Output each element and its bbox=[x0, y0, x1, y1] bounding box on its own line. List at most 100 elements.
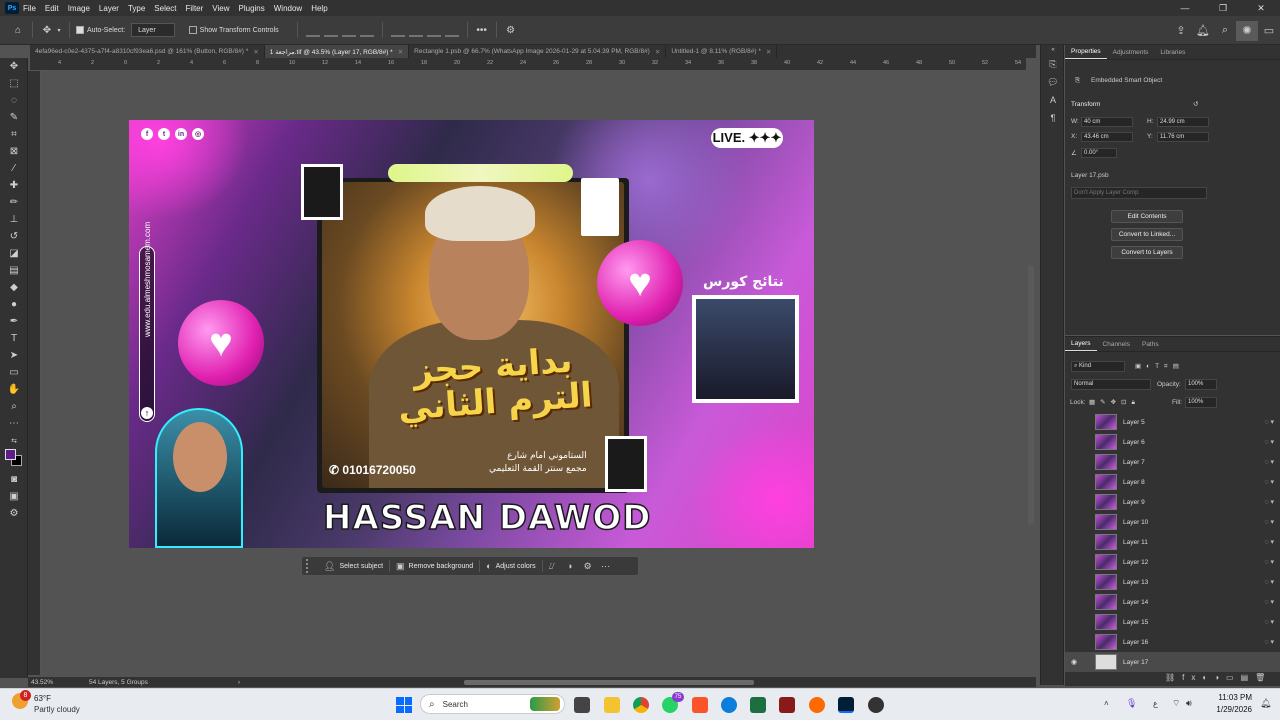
visibility-icon[interactable]: ◉ bbox=[1071, 578, 1083, 586]
tab-document-3[interactable]: Rectangle 1.psb @ 66.7% (WhatsApp Image … bbox=[409, 45, 667, 58]
swap-colors-icon[interactable]: ⇆ bbox=[0, 432, 28, 449]
layer-row-6[interactable]: ◉ Layer 6 ◌ ▾ bbox=[1065, 432, 1280, 452]
close-icon[interactable]: ✕ bbox=[1242, 0, 1280, 16]
character-icon[interactable]: A bbox=[1041, 91, 1065, 109]
menu-edit[interactable]: Edit bbox=[45, 4, 59, 13]
menu-filter[interactable]: Filter bbox=[186, 4, 204, 13]
eyedropper-tool-icon[interactable]: ⁄ bbox=[0, 160, 28, 177]
menu-file[interactable]: File bbox=[23, 4, 36, 13]
layer-options-icon[interactable]: ◌ ▾ bbox=[1264, 458, 1274, 466]
frame-tool-icon[interactable]: ⊠ bbox=[0, 143, 28, 160]
tab-properties[interactable]: Properties bbox=[1065, 48, 1107, 59]
visibility-icon[interactable]: ◉ bbox=[1071, 418, 1083, 426]
layer-row-10[interactable]: ◉ Layer 10 ◌ ▾ bbox=[1065, 512, 1280, 532]
auto-select-checkbox[interactable] bbox=[76, 26, 84, 34]
layer-options-icon[interactable]: ◌ ▾ bbox=[1264, 638, 1274, 646]
distribute-icon[interactable] bbox=[359, 23, 374, 37]
layer-options-icon[interactable]: ◌ ▾ bbox=[1264, 478, 1274, 486]
angle-input[interactable]: 0.00° bbox=[1081, 148, 1117, 158]
tab-layers[interactable]: Layers bbox=[1065, 340, 1097, 351]
healing-tool-icon[interactable]: ✚ bbox=[0, 177, 28, 194]
visibility-icon[interactable]: ◉ bbox=[1071, 658, 1083, 666]
visibility-icon[interactable]: ◉ bbox=[1071, 638, 1083, 646]
eraser-tool-icon[interactable]: ◪ bbox=[0, 245, 28, 262]
layer-row-14[interactable]: ◉ Layer 14 ◌ ▾ bbox=[1065, 592, 1280, 612]
select-subject-button[interactable]: 👤︎ Select subject bbox=[318, 558, 389, 574]
more-tools-icon[interactable]: ⋯ bbox=[0, 415, 28, 432]
language-icon[interactable]: ع bbox=[1153, 699, 1158, 708]
menu-view[interactable]: View bbox=[212, 4, 229, 13]
edit-toolbar-icon[interactable]: ⚙ bbox=[0, 505, 28, 522]
restore-icon[interactable]: ❐ bbox=[1204, 0, 1242, 16]
dodge-tool-icon[interactable]: ● bbox=[0, 296, 28, 313]
photoshop-taskbar-icon[interactable] bbox=[838, 697, 854, 713]
visibility-icon[interactable]: ◉ bbox=[1071, 478, 1083, 486]
layer-options-icon[interactable]: ◌ ▾ bbox=[1264, 598, 1274, 606]
search-icon[interactable]: ⌕ bbox=[1214, 21, 1236, 41]
weather-temp[interactable]: 63°F bbox=[34, 694, 51, 703]
x-input[interactable]: 43.46 cm bbox=[1081, 132, 1133, 142]
comments-icon[interactable]: 💬︎ bbox=[1041, 73, 1065, 91]
width-input[interactable]: 40 cm bbox=[1081, 117, 1133, 127]
zoom-level[interactable]: 43.52% bbox=[31, 679, 81, 686]
marquee-tool-icon[interactable]: ⬚ bbox=[0, 75, 28, 92]
distribute-vertical-icon[interactable] bbox=[444, 23, 459, 37]
tab-document-4[interactable]: Untitled-1 @ 8.11% (RGB/8#) * ✕ bbox=[666, 45, 778, 58]
workspace-icon[interactable]: ▭ bbox=[1258, 21, 1280, 41]
microphone-icon[interactable]: 🎙︎ bbox=[1126, 698, 1137, 709]
document-canvas[interactable]: f t in ◎ www.edu.almeshmosamem.com ↑ ♥ ب… bbox=[129, 120, 814, 548]
layer-row-7[interactable]: ◉ Layer 7 ◌ ▾ bbox=[1065, 452, 1280, 472]
type-tool-icon[interactable]: T bbox=[0, 330, 28, 347]
foreground-color-swatch[interactable] bbox=[5, 449, 16, 460]
history-icon[interactable]: ⎘ bbox=[1041, 55, 1065, 73]
document-info[interactable]: 54 Layers, 5 Groups bbox=[89, 679, 148, 686]
visibility-icon[interactable]: ◉ bbox=[1071, 458, 1083, 466]
chevron-up-icon[interactable]: ˄ bbox=[1104, 699, 1109, 708]
menu-window[interactable]: Window bbox=[274, 4, 302, 13]
chevron-down-icon[interactable]: ▾ bbox=[55, 22, 63, 38]
visibility-icon[interactable]: ◉ bbox=[1071, 438, 1083, 446]
align-left-icon[interactable] bbox=[305, 23, 320, 37]
visibility-icon[interactable]: ◉ bbox=[1071, 558, 1083, 566]
app-icon[interactable] bbox=[868, 697, 884, 713]
hand-tool-icon[interactable]: ✋ bbox=[0, 381, 28, 398]
visibility-icon[interactable]: ◉ bbox=[1071, 498, 1083, 506]
layer-row-16[interactable]: ◉ Layer 16 ◌ ▾ bbox=[1065, 632, 1280, 652]
auto-select-dropdown[interactable]: Layer bbox=[131, 23, 175, 37]
filter-kind-dropdown[interactable]: ⌕ Kind bbox=[1071, 361, 1125, 372]
chevron-right-icon[interactable]: › bbox=[238, 679, 240, 686]
layer-row-17[interactable]: ◉ Layer 17 bbox=[1065, 652, 1280, 672]
lock-icons[interactable]: ▦✎✥⊡🔒︎ bbox=[1089, 398, 1140, 407]
file-explorer-icon[interactable] bbox=[604, 697, 620, 713]
more-options-icon[interactable]: ••• bbox=[474, 22, 490, 38]
align-middle-icon[interactable] bbox=[408, 23, 423, 37]
layer-row-15[interactable]: ◉ Layer 15 ◌ ▾ bbox=[1065, 612, 1280, 632]
color-swatches[interactable] bbox=[0, 449, 27, 471]
reset-transform-icon[interactable]: ↺ bbox=[1193, 100, 1198, 108]
menu-plugins[interactable]: Plugins bbox=[239, 4, 265, 13]
gear-icon[interactable]: ⚙ bbox=[503, 22, 519, 38]
visibility-icon[interactable]: ◉ bbox=[1071, 618, 1083, 626]
bell-icon[interactable]: 🔔︎ bbox=[1192, 21, 1214, 41]
layer-row-13[interactable]: ◉ Layer 13 ◌ ▾ bbox=[1065, 572, 1280, 592]
start-button[interactable] bbox=[396, 697, 412, 713]
crop-tool-icon[interactable]: ⌗ bbox=[0, 126, 28, 143]
tab-adjustments[interactable]: Adjustments bbox=[1107, 49, 1155, 59]
convert-to-linked-button[interactable]: Convert to Linked... bbox=[1111, 228, 1183, 241]
clock-time[interactable]: 11:03 PM bbox=[1214, 693, 1252, 702]
transform-icon[interactable]: ⌰ bbox=[543, 561, 561, 572]
layer-actions[interactable]: ⛓fx◐◑▭▤🗑︎ bbox=[1165, 673, 1272, 682]
path-select-icon[interactable]: ➤ bbox=[0, 347, 28, 364]
shape-tool-icon[interactable]: ▭ bbox=[0, 364, 28, 381]
align-top-icon[interactable] bbox=[390, 23, 405, 37]
height-input[interactable]: 24.99 cm bbox=[1157, 117, 1209, 127]
app-icon[interactable] bbox=[809, 697, 825, 713]
minimize-icon[interactable]: — bbox=[1166, 0, 1204, 16]
menu-image[interactable]: Image bbox=[68, 4, 90, 13]
tab-channels[interactable]: Channels bbox=[1097, 341, 1136, 351]
menu-help[interactable]: Help bbox=[311, 4, 327, 13]
quick-select-tool-icon[interactable]: ✎ bbox=[0, 109, 28, 126]
close-tab-icon[interactable]: ✕ bbox=[398, 48, 403, 56]
excel-icon[interactable] bbox=[750, 697, 766, 713]
quick-mask-icon[interactable]: ◙ bbox=[0, 471, 28, 488]
